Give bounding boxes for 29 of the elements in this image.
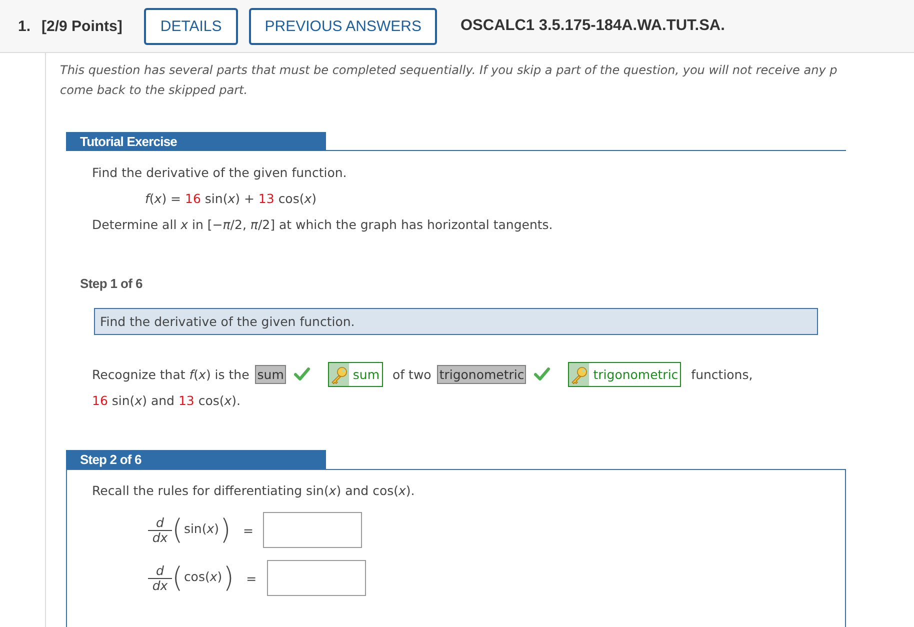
answer-field[interactable] xyxy=(263,512,362,548)
step-title: Step 1 of 6 xyxy=(80,275,144,293)
step-instruction: Find the derivative of the given function. xyxy=(94,308,818,335)
answer-field: sum xyxy=(255,364,286,384)
sentence-text: 16 sin(x) and 13 cos(x). xyxy=(91,392,242,410)
instructions-text: come back to the skipped part. xyxy=(60,82,249,99)
answer-field[interactable] xyxy=(266,560,366,596)
answer-key-text: sum xyxy=(352,366,381,384)
equals-sign: = xyxy=(242,522,254,538)
equals-sign: = xyxy=(246,570,257,586)
points-label: [2/9 Points] xyxy=(42,18,122,34)
answer-key-text: trigonometric xyxy=(592,366,680,384)
key-icon xyxy=(569,362,590,386)
sentence-text: of two xyxy=(392,366,432,382)
task-text: Determine all x in [−π/2, π/2] at which the graph has horizontal tangents. xyxy=(91,216,554,234)
step-header: Step 2 of 6 xyxy=(66,450,326,469)
tutorial-header: Tutorial Exercise xyxy=(66,132,326,151)
details-button[interactable]: DETAILS xyxy=(144,8,238,44)
sentence-text: Recognize that f(x) is the xyxy=(92,366,250,382)
prompt-text: Find the derivative of the given function. xyxy=(91,164,348,182)
function-formula: f(x) = 16 sin(x) + 13 cos(x) xyxy=(144,190,318,208)
step-instruction: Recall the rules for differentiating sin(x) and cos(x). xyxy=(92,482,416,500)
answer-field: trigonometric xyxy=(437,364,526,384)
previous-answers-button[interactable]: PREVIOUS ANSWERS xyxy=(248,8,438,44)
question-number: 1. xyxy=(18,18,31,34)
sentence-text: functions, xyxy=(691,366,753,382)
question-id: OSCALC1 3.5.175-184A.WA.TUT.SA. xyxy=(460,17,725,35)
key-icon xyxy=(328,362,349,386)
instructions-text: This question has several parts that must be completed sequentially. If you skip a part of the question, you will not receive any p xyxy=(60,62,838,79)
